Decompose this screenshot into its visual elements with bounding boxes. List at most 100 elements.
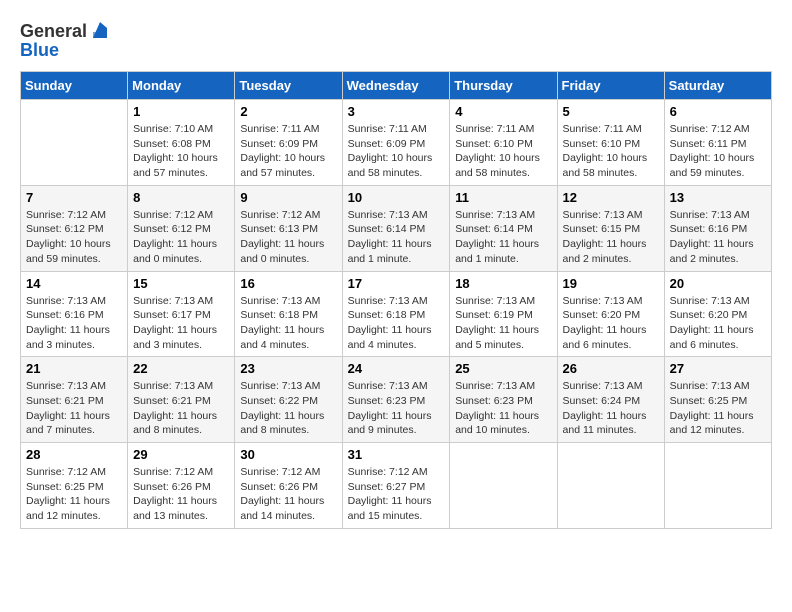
week-row-4: 21 Sunrise: 7:13 AMSunset: 6:21 PMDayligh… (21, 357, 772, 443)
day-info: Sunrise: 7:13 AMSunset: 6:19 PMDaylight:… (455, 294, 551, 353)
logo: General Blue (20, 20, 111, 61)
day-info: Sunrise: 7:11 AMSunset: 6:10 PMDaylight:… (455, 122, 551, 181)
day-cell: 16 Sunrise: 7:13 AMSunset: 6:18 PMDayligh… (235, 271, 342, 357)
day-cell: 3 Sunrise: 7:11 AMSunset: 6:09 PMDaylight… (342, 100, 450, 186)
day-cell: 4 Sunrise: 7:11 AMSunset: 6:10 PMDaylight… (450, 100, 557, 186)
day-info: Sunrise: 7:13 AMSunset: 6:14 PMDaylight:… (348, 208, 445, 267)
day-cell: 9 Sunrise: 7:12 AMSunset: 6:13 PMDaylight… (235, 185, 342, 271)
logo-general-text: General (20, 21, 87, 42)
day-number: 6 (670, 104, 766, 119)
day-number: 14 (26, 276, 122, 291)
weekday-header-friday: Friday (557, 72, 664, 100)
day-cell: 12Sunrise: 7:13 AMSunset: 6:15 PMDayligh… (557, 185, 664, 271)
day-info: Sunrise: 7:11 AMSunset: 6:10 PMDaylight:… (563, 122, 659, 181)
calendar-table: SundayMondayTuesdayWednesdayThursdayFrid… (20, 71, 772, 529)
day-info: Sunrise: 7:13 AMSunset: 6:14 PMDaylight:… (455, 208, 551, 267)
day-cell: 22 Sunrise: 7:13 AMSunset: 6:21 PMDayligh… (128, 357, 235, 443)
day-info: Sunrise: 7:13 AMSunset: 6:18 PMDaylight:… (240, 294, 336, 353)
day-info: Sunrise: 7:13 AMSunset: 6:24 PMDaylight:… (563, 379, 659, 438)
day-info: Sunrise: 7:12 AMSunset: 6:11 PMDaylight:… (670, 122, 766, 181)
day-info: Sunrise: 7:13 AMSunset: 6:18 PMDaylight:… (348, 294, 445, 353)
week-row-1: 1Sunrise: 7:10 AMSunset: 6:08 PMDaylight… (21, 100, 772, 186)
day-cell: 11 Sunrise: 7:13 AMSunset: 6:14 PMDayligh… (450, 185, 557, 271)
weekday-header-row: SundayMondayTuesdayWednesdayThursdayFrid… (21, 72, 772, 100)
day-cell: 5 Sunrise: 7:11 AMSunset: 6:10 PMDaylight… (557, 100, 664, 186)
day-cell: 1Sunrise: 7:10 AMSunset: 6:08 PMDaylight… (128, 100, 235, 186)
day-cell (21, 100, 128, 186)
day-cell: 18 Sunrise: 7:13 AMSunset: 6:19 PMDayligh… (450, 271, 557, 357)
day-info: Sunrise: 7:12 AMSunset: 6:12 PMDaylight:… (133, 208, 229, 267)
day-number: 16 (240, 276, 336, 291)
day-number: 13 (670, 190, 766, 205)
day-number: 20 (670, 276, 766, 291)
day-number: 29 (133, 447, 229, 462)
day-info: Sunrise: 7:11 AMSunset: 6:09 PMDaylight:… (348, 122, 445, 181)
day-info: Sunrise: 7:12 AMSunset: 6:13 PMDaylight:… (240, 208, 336, 267)
day-number: 26 (563, 361, 659, 376)
week-row-5: 28 Sunrise: 7:12 AMSunset: 6:25 PMDayligh… (21, 443, 772, 529)
weekday-header-monday: Monday (128, 72, 235, 100)
day-cell (450, 443, 557, 529)
day-number: 21 (26, 361, 122, 376)
day-info: Sunrise: 7:13 AMSunset: 6:22 PMDaylight:… (240, 379, 336, 438)
day-number: 18 (455, 276, 551, 291)
weekday-header-sunday: Sunday (21, 72, 128, 100)
day-info: Sunrise: 7:12 AMSunset: 6:27 PMDaylight:… (348, 465, 445, 524)
day-cell: 19 Sunrise: 7:13 AMSunset: 6:20 PMDayligh… (557, 271, 664, 357)
day-cell: 21 Sunrise: 7:13 AMSunset: 6:21 PMDayligh… (21, 357, 128, 443)
day-cell: 20Sunrise: 7:13 AMSunset: 6:20 PMDayligh… (664, 271, 771, 357)
day-number: 7 (26, 190, 122, 205)
day-info: Sunrise: 7:12 AMSunset: 6:25 PMDaylight:… (26, 465, 122, 524)
day-cell: 29 Sunrise: 7:12 AMSunset: 6:26 PMDayligh… (128, 443, 235, 529)
day-info: Sunrise: 7:13 AMSunset: 6:15 PMDaylight:… (563, 208, 659, 267)
day-number: 22 (133, 361, 229, 376)
day-number: 8 (133, 190, 229, 205)
day-number: 24 (348, 361, 445, 376)
day-cell: 26 Sunrise: 7:13 AMSunset: 6:24 PMDayligh… (557, 357, 664, 443)
day-number: 23 (240, 361, 336, 376)
day-info: Sunrise: 7:13 AMSunset: 6:21 PMDaylight:… (26, 379, 122, 438)
weekday-header-wednesday: Wednesday (342, 72, 450, 100)
day-number: 2 (240, 104, 336, 119)
day-number: 1 (133, 104, 229, 119)
day-number: 19 (563, 276, 659, 291)
day-number: 5 (563, 104, 659, 119)
day-number: 31 (348, 447, 445, 462)
day-info: Sunrise: 7:13 AMSunset: 6:20 PMDaylight:… (563, 294, 659, 353)
day-number: 4 (455, 104, 551, 119)
day-cell: 27Sunrise: 7:13 AMSunset: 6:25 PMDayligh… (664, 357, 771, 443)
day-cell: 30Sunrise: 7:12 AMSunset: 6:26 PMDayligh… (235, 443, 342, 529)
day-number: 17 (348, 276, 445, 291)
day-number: 9 (240, 190, 336, 205)
day-number: 15 (133, 276, 229, 291)
day-cell (557, 443, 664, 529)
day-number: 10 (348, 190, 445, 205)
day-number: 11 (455, 190, 551, 205)
day-number: 28 (26, 447, 122, 462)
week-row-3: 14Sunrise: 7:13 AMSunset: 6:16 PMDayligh… (21, 271, 772, 357)
day-info: Sunrise: 7:13 AMSunset: 6:23 PMDaylight:… (348, 379, 445, 438)
day-info: Sunrise: 7:13 AMSunset: 6:21 PMDaylight:… (133, 379, 229, 438)
day-info: Sunrise: 7:13 AMSunset: 6:16 PMDaylight:… (670, 208, 766, 267)
day-info: Sunrise: 7:12 AMSunset: 6:26 PMDaylight:… (133, 465, 229, 524)
page-header: General Blue (20, 20, 772, 61)
day-cell: 25 Sunrise: 7:13 AMSunset: 6:23 PMDayligh… (450, 357, 557, 443)
day-info: Sunrise: 7:13 AMSunset: 6:23 PMDaylight:… (455, 379, 551, 438)
weekday-header-saturday: Saturday (664, 72, 771, 100)
day-cell: 8 Sunrise: 7:12 AMSunset: 6:12 PMDaylight… (128, 185, 235, 271)
day-cell: 6 Sunrise: 7:12 AMSunset: 6:11 PMDaylight… (664, 100, 771, 186)
day-number: 3 (348, 104, 445, 119)
day-cell: 28 Sunrise: 7:12 AMSunset: 6:25 PMDayligh… (21, 443, 128, 529)
day-cell (664, 443, 771, 529)
day-cell: 13 Sunrise: 7:13 AMSunset: 6:16 PMDayligh… (664, 185, 771, 271)
day-cell: 10 Sunrise: 7:13 AMSunset: 6:14 PMDayligh… (342, 185, 450, 271)
day-cell: 23 Sunrise: 7:13 AMSunset: 6:22 PMDayligh… (235, 357, 342, 443)
day-cell: 2 Sunrise: 7:11 AMSunset: 6:09 PMDaylight… (235, 100, 342, 186)
day-info: Sunrise: 7:13 AMSunset: 6:25 PMDaylight:… (670, 379, 766, 438)
day-cell: 15Sunrise: 7:13 AMSunset: 6:17 PMDayligh… (128, 271, 235, 357)
day-number: 25 (455, 361, 551, 376)
day-cell: 17 Sunrise: 7:13 AMSunset: 6:18 PMDayligh… (342, 271, 450, 357)
day-cell: 31 Sunrise: 7:12 AMSunset: 6:27 PMDayligh… (342, 443, 450, 529)
logo-blue-text: Blue (20, 40, 111, 61)
day-info: Sunrise: 7:11 AMSunset: 6:09 PMDaylight:… (240, 122, 336, 181)
